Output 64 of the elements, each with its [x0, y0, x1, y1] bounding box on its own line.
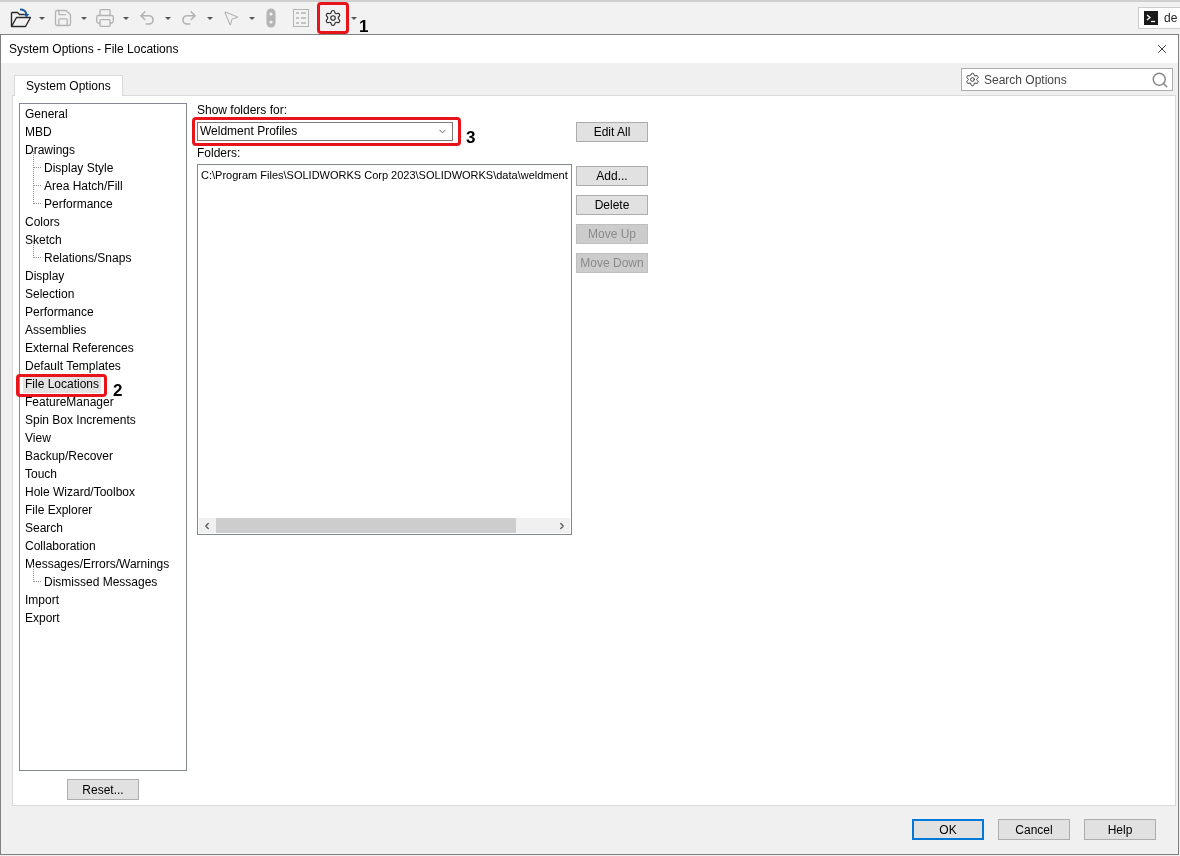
- tree-item[interactable]: Assemblies: [25, 321, 87, 339]
- tree-item[interactable]: Colors: [25, 213, 60, 231]
- action-button[interactable]: Delete: [576, 195, 648, 215]
- tree-item[interactable]: Export: [25, 609, 60, 627]
- dialog-button[interactable]: Cancel: [998, 819, 1070, 840]
- callout-number: 2: [113, 382, 123, 399]
- tree-item[interactable]: Collaboration: [25, 537, 96, 555]
- caret-icon: [123, 16, 129, 20]
- tree-item[interactable]: Display: [25, 267, 65, 285]
- scroll-right-icon[interactable]: [557, 520, 567, 531]
- search-input[interactable]: Search Options: [984, 70, 1147, 89]
- folder-type-dropdown[interactable]: Weldment Profiles: [197, 122, 453, 141]
- dialog-title: System Options - File Locations: [9, 41, 179, 57]
- tree-item[interactable]: Backup/Recover: [25, 447, 114, 465]
- field-label: Show folders for:: [197, 103, 289, 117]
- tree-item[interactable]: MBD: [25, 123, 52, 141]
- horizontal-scrollbar[interactable]: [199, 518, 570, 533]
- search-icon: [1151, 70, 1169, 89]
- settings-icon: [965, 72, 980, 87]
- caret-icon: [249, 16, 255, 20]
- callout-number: 1: [359, 18, 369, 35]
- tab[interactable]: System Options: [14, 75, 123, 96]
- tree-item[interactable]: Drawings: [25, 141, 75, 159]
- terminal-tab-label: de: [1164, 11, 1178, 25]
- scroll-left-icon[interactable]: [202, 520, 212, 531]
- folder-path[interactable]: C:\Program Files\SOLIDWORKS Corp 2023\SOLIDWORKS\data\weldment: [198, 167, 571, 183]
- tree-item[interactable]: External References: [25, 339, 134, 357]
- dialog-button[interactable]: Help: [1084, 819, 1156, 840]
- tree-item[interactable]: Messages/Errors/Warnings: [25, 555, 170, 573]
- action-button[interactable]: Add...: [576, 166, 648, 186]
- callout-number: 3: [466, 129, 476, 146]
- tree-item[interactable]: Sketch: [25, 231, 62, 249]
- close-button[interactable]: [1155, 42, 1169, 56]
- terminal-icon: [1144, 11, 1158, 25]
- caret-icon: [165, 16, 171, 20]
- scrollbar-thumb[interactable]: [216, 518, 516, 533]
- tree-item[interactable]: Display Style: [44, 159, 114, 177]
- tree-item[interactable]: Performance: [44, 195, 113, 213]
- close-icon: [1155, 42, 1169, 56]
- tree-item[interactable]: File Explorer: [25, 501, 93, 519]
- caret-icon: [39, 16, 45, 20]
- tree-item[interactable]: Performance: [25, 303, 94, 321]
- caret-icon: [207, 16, 213, 20]
- tree-item[interactable]: Hole Wizard/Toolbox: [25, 483, 136, 501]
- terminal-tab[interactable]: de: [1138, 7, 1180, 29]
- caret-icon: [81, 16, 87, 20]
- tree-item[interactable]: FeatureManager: [25, 393, 114, 411]
- tree-item[interactable]: Touch: [25, 465, 58, 483]
- tree-item[interactable]: Import: [25, 591, 59, 609]
- tree-item[interactable]: Dismissed Messages: [44, 573, 158, 591]
- tree-item[interactable]: Search: [25, 519, 64, 537]
- tree-item[interactable]: Selection: [25, 285, 75, 303]
- tree-item[interactable]: General: [25, 105, 68, 123]
- field-label: Folders:: [197, 146, 242, 160]
- search-box[interactable]: Search Options: [961, 68, 1173, 91]
- tree-item[interactable]: Default Templates: [25, 357, 121, 375]
- tree-item[interactable]: Area Hatch/Fill: [44, 177, 123, 195]
- tree-item[interactable]: View: [25, 429, 51, 447]
- dialog-button[interactable]: OK: [912, 819, 984, 840]
- caret-icon: [351, 16, 357, 20]
- tree-item[interactable]: Spin Box Increments: [25, 411, 136, 429]
- action-button[interactable]: Edit All: [576, 122, 648, 142]
- tree-item[interactable]: Relations/Snaps: [44, 249, 132, 267]
- reset-button[interactable]: Reset...: [67, 779, 139, 800]
